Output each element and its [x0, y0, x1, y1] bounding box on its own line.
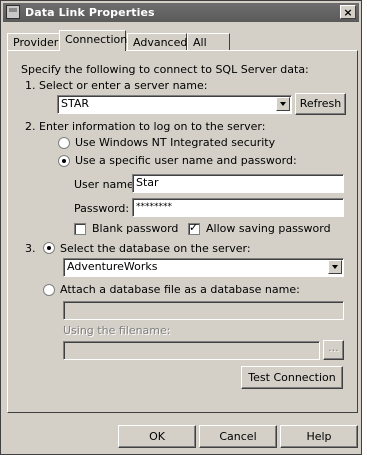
- attach-file-label[interactable]: Attach a database file as a database nam…: [60, 283, 300, 296]
- radio-attach-file[interactable]: [43, 284, 55, 296]
- help-button[interactable]: Help: [280, 425, 358, 448]
- tab-provider[interactable]: Provider: [7, 33, 60, 51]
- chevron-down-icon[interactable]: [328, 260, 342, 274]
- radio-nt-security[interactable]: [58, 137, 70, 149]
- tab-connection[interactable]: Connection: [59, 30, 127, 51]
- intro-text: Specify the following to connect to SQL …: [21, 63, 309, 76]
- server-name-value: STAR: [61, 97, 90, 110]
- browse-button[interactable]: ...: [323, 340, 344, 360]
- tab-all[interactable]: All: [187, 33, 230, 51]
- cancel-button[interactable]: Cancel: [199, 425, 277, 448]
- title-bar[interactable]: Data Link Properties ×: [3, 3, 359, 22]
- password-input[interactable]: ********: [132, 198, 344, 217]
- step3-number: 3.: [25, 242, 36, 255]
- filename-label: Using the filename:: [63, 324, 171, 337]
- window-title: Data Link Properties: [25, 6, 155, 19]
- allow-saving-checkbox[interactable]: [188, 221, 200, 235]
- nt-security-label[interactable]: Use Windows NT Integrated security: [75, 136, 275, 149]
- password-label: Password:: [74, 202, 130, 215]
- allow-saving-label[interactable]: Allow saving password: [206, 222, 331, 235]
- database-combo[interactable]: AdventureWorks: [63, 258, 344, 277]
- radio-specific-user[interactable]: [58, 155, 70, 167]
- select-database-label[interactable]: Select the database on the server:: [60, 242, 251, 255]
- database-value: AdventureWorks: [67, 260, 158, 273]
- data-link-icon: [6, 5, 20, 19]
- server-name-combo[interactable]: STAR: [57, 95, 292, 114]
- blank-password-checkbox[interactable]: [74, 223, 86, 235]
- blank-password-label[interactable]: Blank password: [92, 222, 178, 235]
- test-connection-button[interactable]: Test Connection: [241, 366, 343, 389]
- connection-panel: Specify the following to connect to SQL …: [7, 50, 358, 413]
- step1-label: 1. Select or enter a server name:: [25, 79, 208, 92]
- close-button[interactable]: ×: [340, 5, 356, 19]
- chevron-down-icon[interactable]: [276, 97, 290, 111]
- filename-input[interactable]: [63, 341, 320, 360]
- username-label: User name:: [74, 178, 138, 191]
- specific-user-label[interactable]: Use a specific user name and password:: [75, 154, 297, 167]
- radio-select-database[interactable]: [43, 242, 55, 254]
- attach-db-name-input[interactable]: [63, 301, 344, 320]
- username-input[interactable]: Star: [132, 174, 344, 193]
- step2-label: 2. Enter information to log on to the se…: [25, 120, 266, 133]
- tab-advanced[interactable]: Advanced: [127, 33, 187, 51]
- data-link-dialog: Data Link Properties × Provider Connecti…: [0, 0, 362, 455]
- ok-button[interactable]: OK: [118, 425, 196, 448]
- refresh-button[interactable]: Refresh: [295, 93, 346, 115]
